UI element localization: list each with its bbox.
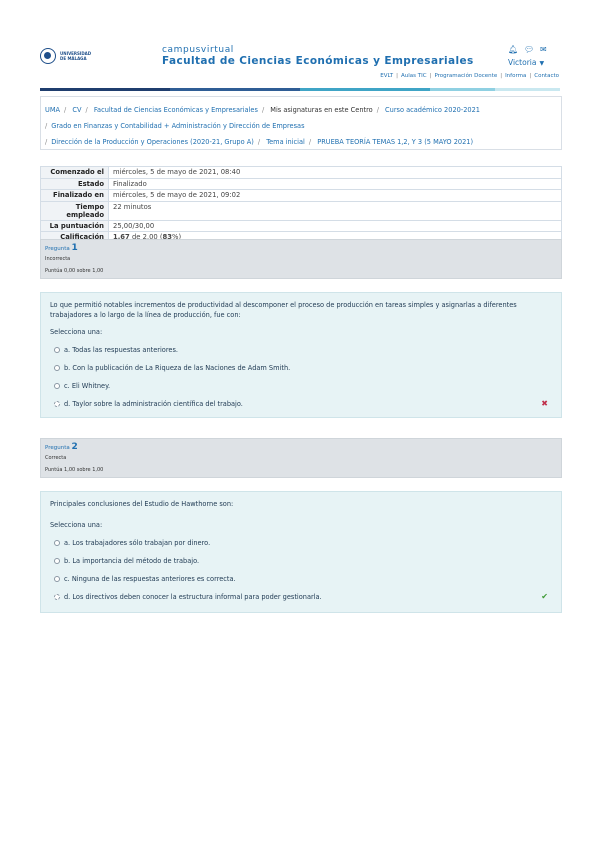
radio-button-selected[interactable] bbox=[54, 401, 60, 407]
radio-button[interactable] bbox=[54, 558, 60, 564]
question-text: Principales conclusiones del Estudio de … bbox=[50, 500, 234, 508]
score-label: La puntuación bbox=[40, 219, 109, 232]
radio-button[interactable] bbox=[54, 383, 60, 389]
summary-row: Comenzado el miércoles, 5 de mayo de 202… bbox=[40, 166, 562, 179]
colorbar-segment bbox=[235, 88, 300, 91]
chat-icon[interactable]: 💬︎ bbox=[524, 46, 534, 54]
link-informa[interactable]: Informa bbox=[505, 73, 526, 79]
colorbar-segment bbox=[495, 88, 560, 91]
colorbar-segment bbox=[170, 88, 235, 91]
summary-row: Estado Finalizado bbox=[40, 177, 562, 190]
state-value: Finalizado bbox=[108, 177, 562, 190]
time-label: Tiempo empleado bbox=[40, 200, 109, 221]
crumb-academic-year[interactable]: Curso académico 2020-2021 bbox=[385, 106, 480, 114]
question-number: Pregunta 1 bbox=[45, 243, 78, 253]
faculty-title: Facultad de Ciencias Económicas y Empres… bbox=[162, 55, 474, 67]
answer-prompt: Selecciona una: bbox=[50, 521, 103, 529]
time-value: 22 minutos bbox=[108, 200, 562, 221]
crumb-quiz[interactable]: PRUEBA TEORÍA TEMAS 1,2, Y 3 (5 MAYO 202… bbox=[317, 138, 473, 146]
answer-label: d. Los directivos deben conocer la estru… bbox=[64, 593, 322, 601]
uma-seal-icon bbox=[40, 48, 56, 64]
crumb-faculty[interactable]: Facultad de Ciencias Económicas y Empres… bbox=[94, 106, 258, 114]
crumb-degree[interactable]: Grado en Finanzas y Contabilidad + Admin… bbox=[51, 122, 304, 130]
site-kicker: campusvirtual bbox=[162, 45, 234, 55]
summary-row: Tiempo empleado 22 minutos bbox=[40, 200, 562, 221]
colorbar-segment bbox=[300, 88, 365, 91]
radio-button[interactable] bbox=[54, 365, 60, 371]
question-state: Correcta bbox=[45, 455, 67, 461]
colorbar-segment bbox=[40, 88, 105, 91]
breadcrumb: UMA / CV / Facultad de Ciencias Económicas… bbox=[40, 96, 562, 150]
incorrect-icon: ✖ bbox=[541, 399, 548, 408]
answer-label: c. Ninguna de las respuestas anteriores … bbox=[64, 575, 236, 583]
question-grade: Puntúa 0,00 sobre 1,00 bbox=[45, 268, 104, 274]
answer-option[interactable]: b. Con la publicación de La Riqueza de l… bbox=[54, 364, 552, 372]
site-header: UNIVERSIDAD DE MÁLAGA campusvirtual Facu… bbox=[0, 0, 599, 91]
crumb-topic[interactable]: Tema inicial bbox=[266, 138, 305, 146]
answer-option-selected[interactable]: d. Taylor sobre la administración cientí… bbox=[54, 399, 552, 408]
chevron-down-icon: ▼ bbox=[539, 60, 545, 67]
crumb-cv[interactable]: CV bbox=[72, 106, 81, 114]
question-grade: Puntúa 1,00 sobre 1,00 bbox=[45, 467, 104, 473]
score-value: 25,00/30,00 bbox=[108, 219, 562, 232]
user-menu[interactable]: Victoria ▼ bbox=[508, 58, 544, 67]
header-colorbar bbox=[40, 88, 560, 91]
started-value: miércoles, 5 de mayo de 2021, 08:40 bbox=[108, 166, 562, 179]
answer-label: b. Con la publicación de La Riqueza de l… bbox=[64, 364, 291, 372]
answer-option[interactable]: c. Eli Whitney. bbox=[54, 382, 552, 390]
summary-row: La puntuación 25,00/30,00 bbox=[40, 219, 562, 232]
user-name: Victoria bbox=[508, 58, 537, 67]
question-info: Pregunta 1 Incorrecta Puntúa 0,00 sobre … bbox=[40, 239, 562, 279]
attempt-summary-table: Comenzado el miércoles, 5 de mayo de 202… bbox=[40, 166, 562, 244]
crumb-my-subjects: Mis asignaturas en este Centro bbox=[270, 106, 373, 114]
answer-label: c. Eli Whitney. bbox=[64, 382, 111, 390]
colorbar-segment bbox=[105, 88, 170, 91]
site-title[interactable]: campusvirtual Facultad de Ciencias Econó… bbox=[162, 45, 474, 68]
link-aulas-tic[interactable]: Aulas TIC bbox=[401, 73, 427, 79]
correct-icon: ✔ bbox=[541, 592, 548, 601]
question-info: Pregunta 2 Correcta Puntúa 1,00 sobre 1,… bbox=[40, 438, 562, 478]
radio-button[interactable] bbox=[54, 540, 60, 546]
crumb-uma[interactable]: UMA bbox=[45, 106, 60, 114]
question-content: Principales conclusiones del Estudio de … bbox=[40, 491, 562, 613]
answer-option[interactable]: a. Todas las respuestas anteriores. bbox=[54, 346, 552, 354]
answer-option[interactable]: a. Los trabajadores sólo trabajan por di… bbox=[54, 539, 552, 547]
answer-label: b. La importancia del método de trabajo. bbox=[64, 557, 200, 565]
finished-value: miércoles, 5 de mayo de 2021, 09:02 bbox=[108, 189, 562, 202]
bell-icon[interactable]: 🔔︎ bbox=[508, 46, 518, 54]
question-number: Pregunta 2 bbox=[45, 442, 78, 452]
finished-label: Finalizado en bbox=[40, 189, 109, 202]
started-label: Comenzado el bbox=[40, 166, 109, 179]
question-content: Lo que permitió notables incrementos de … bbox=[40, 292, 562, 418]
answer-option-selected[interactable]: d. Los directivos deben conocer la estru… bbox=[54, 592, 552, 601]
radio-button-selected[interactable] bbox=[54, 594, 60, 600]
top-links: EVLT | Aulas TIC | Programación Docente | I… bbox=[380, 73, 559, 79]
link-programacion-docente[interactable]: Programación Docente bbox=[434, 73, 497, 79]
answer-option[interactable]: b. La importancia del método de trabajo. bbox=[54, 557, 552, 565]
question-state: Incorrecta bbox=[45, 256, 71, 262]
link-evlt[interactable]: EVLT bbox=[380, 73, 393, 79]
summary-row: Finalizado en miércoles, 5 de mayo de 20… bbox=[40, 189, 562, 202]
time-label-line2: empleado bbox=[66, 211, 104, 219]
answer-label: a. Todas las respuestas anteriores. bbox=[64, 346, 178, 354]
question-text: Lo que permitió notables incrementos de … bbox=[50, 301, 517, 319]
state-label: Estado bbox=[40, 177, 109, 190]
answer-label: d. Taylor sobre la administración cientí… bbox=[64, 400, 243, 408]
mail-icon[interactable]: ✉ bbox=[540, 46, 548, 54]
colorbar-segment bbox=[365, 88, 430, 91]
user-icons: 🔔︎ 💬︎ ✉ bbox=[508, 46, 548, 54]
answer-prompt: Selecciona una: bbox=[50, 328, 103, 336]
answer-option[interactable]: c. Ninguna de las respuestas anteriores … bbox=[54, 575, 552, 583]
uma-logo[interactable]: UNIVERSIDAD DE MÁLAGA bbox=[40, 44, 92, 68]
radio-button[interactable] bbox=[54, 576, 60, 582]
time-label-line1: Tiempo bbox=[75, 202, 104, 211]
link-contacto[interactable]: Contacto bbox=[534, 73, 559, 79]
logo-text-line2: DE MÁLAGA bbox=[60, 56, 87, 61]
answer-label: a. Los trabajadores sólo trabajan por di… bbox=[64, 539, 211, 547]
crumb-course[interactable]: Dirección de la Producción y Operaciones… bbox=[51, 138, 254, 146]
colorbar-segment bbox=[430, 88, 495, 91]
radio-button[interactable] bbox=[54, 347, 60, 353]
